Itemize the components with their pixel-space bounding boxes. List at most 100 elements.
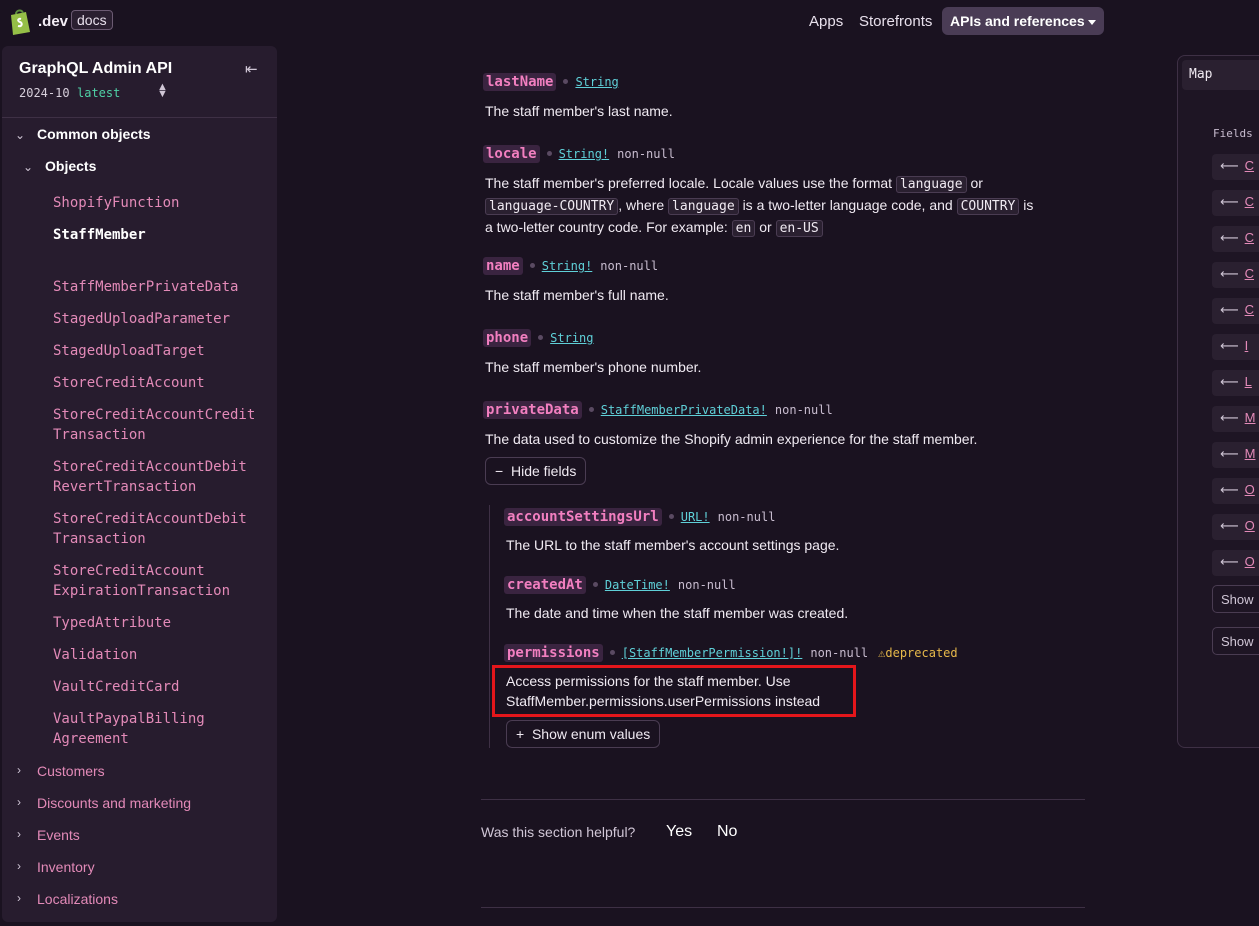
- field-name: name: [483, 257, 523, 275]
- map-row[interactable]: ⟵ C: [1212, 190, 1259, 216]
- nav-apis-and-references[interactable]: APIs and references: [942, 7, 1104, 35]
- map-row[interactable]: ⟵ C: [1212, 154, 1259, 180]
- field-name: lastName: [483, 73, 557, 91]
- field-type-link[interactable]: [StaffMemberPermission!]!: [622, 646, 803, 660]
- field-locale: locale String! non-null: [483, 145, 675, 163]
- version-label[interactable]: 2024-10: [19, 86, 70, 100]
- chevron-down-icon[interactable]: ⌄: [23, 160, 33, 174]
- field-type-link[interactable]: StaffMemberPrivateData!: [601, 403, 767, 417]
- sidebar-divider: [2, 117, 277, 118]
- map-row[interactable]: ⟵ O: [1212, 550, 1259, 576]
- collapse-sidebar-icon[interactable]: ⇤: [245, 60, 258, 78]
- logo-docs-badge[interactable]: docs: [71, 10, 113, 30]
- sidebar-section-localizations[interactable]: Localizations: [37, 891, 118, 907]
- separator-dot: [546, 151, 552, 157]
- chevron-right-icon[interactable]: ›: [17, 891, 21, 905]
- minus-icon: −: [495, 463, 504, 479]
- map-link[interactable]: O: [1245, 518, 1255, 533]
- map-link[interactable]: O: [1245, 482, 1255, 497]
- separator-dot: [529, 263, 535, 269]
- sidebar-section-discounts[interactable]: Discounts and marketing: [37, 795, 191, 811]
- sidebar-item-shopifyfunction[interactable]: ShopifyFunction: [53, 193, 179, 213]
- version-latest-tag[interactable]: latest: [77, 86, 120, 100]
- map-link[interactable]: C: [1245, 194, 1254, 209]
- field-type-link[interactable]: DateTime!: [605, 578, 670, 592]
- sidebar-item-vaultcreditcard[interactable]: VaultCreditCard: [53, 677, 179, 697]
- sidebar-item-staffmemberprivatedata[interactable]: StaffMemberPrivateData: [53, 277, 238, 297]
- field-name: createdAt: [504, 576, 586, 594]
- map-row[interactable]: ⟵ O: [1212, 478, 1259, 504]
- nested-fields-rule: [489, 505, 490, 748]
- field-description: The URL to the staff member's account se…: [506, 537, 840, 553]
- nav-storefronts[interactable]: Storefronts: [859, 13, 932, 30]
- field-lastname: lastName String: [483, 73, 619, 91]
- feedback-no-button[interactable]: No: [717, 823, 737, 841]
- map-link[interactable]: I: [1245, 338, 1249, 353]
- sidebar-item-validation[interactable]: Validation: [53, 645, 137, 665]
- field-type-link[interactable]: String: [575, 75, 618, 89]
- sidebar-item-stageduploadparameter[interactable]: StagedUploadParameter: [53, 309, 230, 329]
- chevron-right-icon[interactable]: ›: [17, 827, 21, 841]
- arrow-left-icon: ⟵: [1220, 194, 1239, 209]
- sidebar-item-storecreditaccountexpirationtransaction[interactable]: StoreCreditAccount ExpirationTransaction: [53, 561, 230, 601]
- field-type-link[interactable]: URL!: [681, 510, 710, 524]
- show-enum-values-button[interactable]: + Show enum values: [506, 720, 661, 748]
- separator-dot: [538, 335, 544, 341]
- map-link[interactable]: M: [1245, 446, 1256, 461]
- sidebar-section-events[interactable]: Events: [37, 827, 80, 843]
- sidebar-subgroup-objects[interactable]: Objects: [45, 158, 96, 174]
- field-type-link[interactable]: String: [550, 331, 593, 345]
- separator-dot: [668, 514, 674, 520]
- map-row[interactable]: ⟵ C: [1212, 298, 1259, 324]
- sidebar-group-common-objects[interactable]: Common objects: [37, 126, 151, 142]
- code-en-us: en-US: [775, 220, 823, 237]
- sidebar-section-customers[interactable]: Customers: [37, 763, 105, 779]
- code-en: en: [731, 220, 756, 237]
- map-link[interactable]: C: [1245, 230, 1254, 245]
- sidebar-item-storecreditaccount[interactable]: StoreCreditAccount: [53, 373, 205, 393]
- sidebar-section-inventory[interactable]: Inventory: [37, 859, 95, 875]
- shopify-bag-icon[interactable]: [8, 8, 32, 36]
- sidebar-item-typedattribute[interactable]: TypedAttribute: [53, 613, 171, 633]
- map-link[interactable]: C: [1245, 266, 1254, 281]
- chevron-right-icon[interactable]: ›: [17, 795, 21, 809]
- feedback-yes-button[interactable]: Yes: [666, 823, 692, 841]
- field-privatedata: privateData StaffMemberPrivateData! non-nu…: [483, 401, 833, 419]
- sidebar-item-storecreditaccountdebitreverttransaction[interactable]: StoreCreditAccountDebit RevertTransactio…: [53, 457, 247, 497]
- field-type-link[interactable]: String!: [542, 259, 593, 273]
- sidebar-item-staffmember[interactable]: StaffMember: [53, 225, 146, 245]
- map-row[interactable]: ⟵ C: [1212, 262, 1259, 288]
- sidebar-item-stageduploadtarget[interactable]: StagedUploadTarget: [53, 341, 205, 361]
- arrow-left-icon: ⟵: [1220, 302, 1239, 317]
- map-link[interactable]: O: [1245, 554, 1255, 569]
- map-link[interactable]: C: [1245, 158, 1254, 173]
- version-select-icon[interactable]: ▲ ▼: [157, 82, 168, 100]
- map-row[interactable]: ⟵ O: [1212, 514, 1259, 540]
- chevron-right-icon[interactable]: ›: [17, 763, 21, 777]
- field-type-link[interactable]: String!: [559, 147, 610, 161]
- sidebar-item-vaultpaypalbillingagreement[interactable]: VaultPaypalBilling Agreement: [53, 709, 205, 749]
- map-link[interactable]: M: [1245, 410, 1256, 425]
- sidebar-item-storecreditaccountcredittransaction[interactable]: StoreCreditAccountCredit Transaction: [53, 405, 255, 445]
- map-row[interactable]: ⟵ I: [1212, 334, 1259, 360]
- field-createdat: createdAt DateTime! non-null: [504, 576, 736, 594]
- logo-dev-text[interactable]: .dev: [38, 13, 68, 30]
- map-show-button[interactable]: Show: [1212, 585, 1259, 613]
- field-description: The staff member's preferred locale. Loc…: [485, 173, 1085, 239]
- map-row[interactable]: ⟵ L: [1212, 370, 1259, 396]
- map-panel: Map Fields ⟵ C ⟵ C ⟵ C ⟵ C ⟵ C ⟵ I ⟵ L ⟵ M ⟵ M ⟵ O…: [1177, 55, 1259, 748]
- map-link[interactable]: L: [1245, 374, 1252, 389]
- map-link[interactable]: C: [1245, 302, 1254, 317]
- map-row[interactable]: ⟵ M: [1212, 406, 1259, 432]
- map-row[interactable]: ⟵ C: [1212, 226, 1259, 252]
- sidebar-item-storecreditaccountdebittransaction[interactable]: StoreCreditAccountDebit Transaction: [53, 509, 247, 549]
- nav-apps[interactable]: Apps: [809, 13, 843, 30]
- map-row[interactable]: ⟵ M: [1212, 442, 1259, 468]
- field-permissions: permissions [StaffMemberPermission!]! non-…: [504, 644, 958, 662]
- code-language: language: [895, 176, 967, 193]
- hide-fields-button[interactable]: − Hide fields: [485, 457, 587, 485]
- map-show-button[interactable]: Show: [1212, 627, 1259, 655]
- arrow-left-icon: ⟵: [1220, 266, 1239, 281]
- chevron-right-icon[interactable]: ›: [17, 859, 21, 873]
- chevron-down-icon[interactable]: ⌄: [15, 128, 25, 142]
